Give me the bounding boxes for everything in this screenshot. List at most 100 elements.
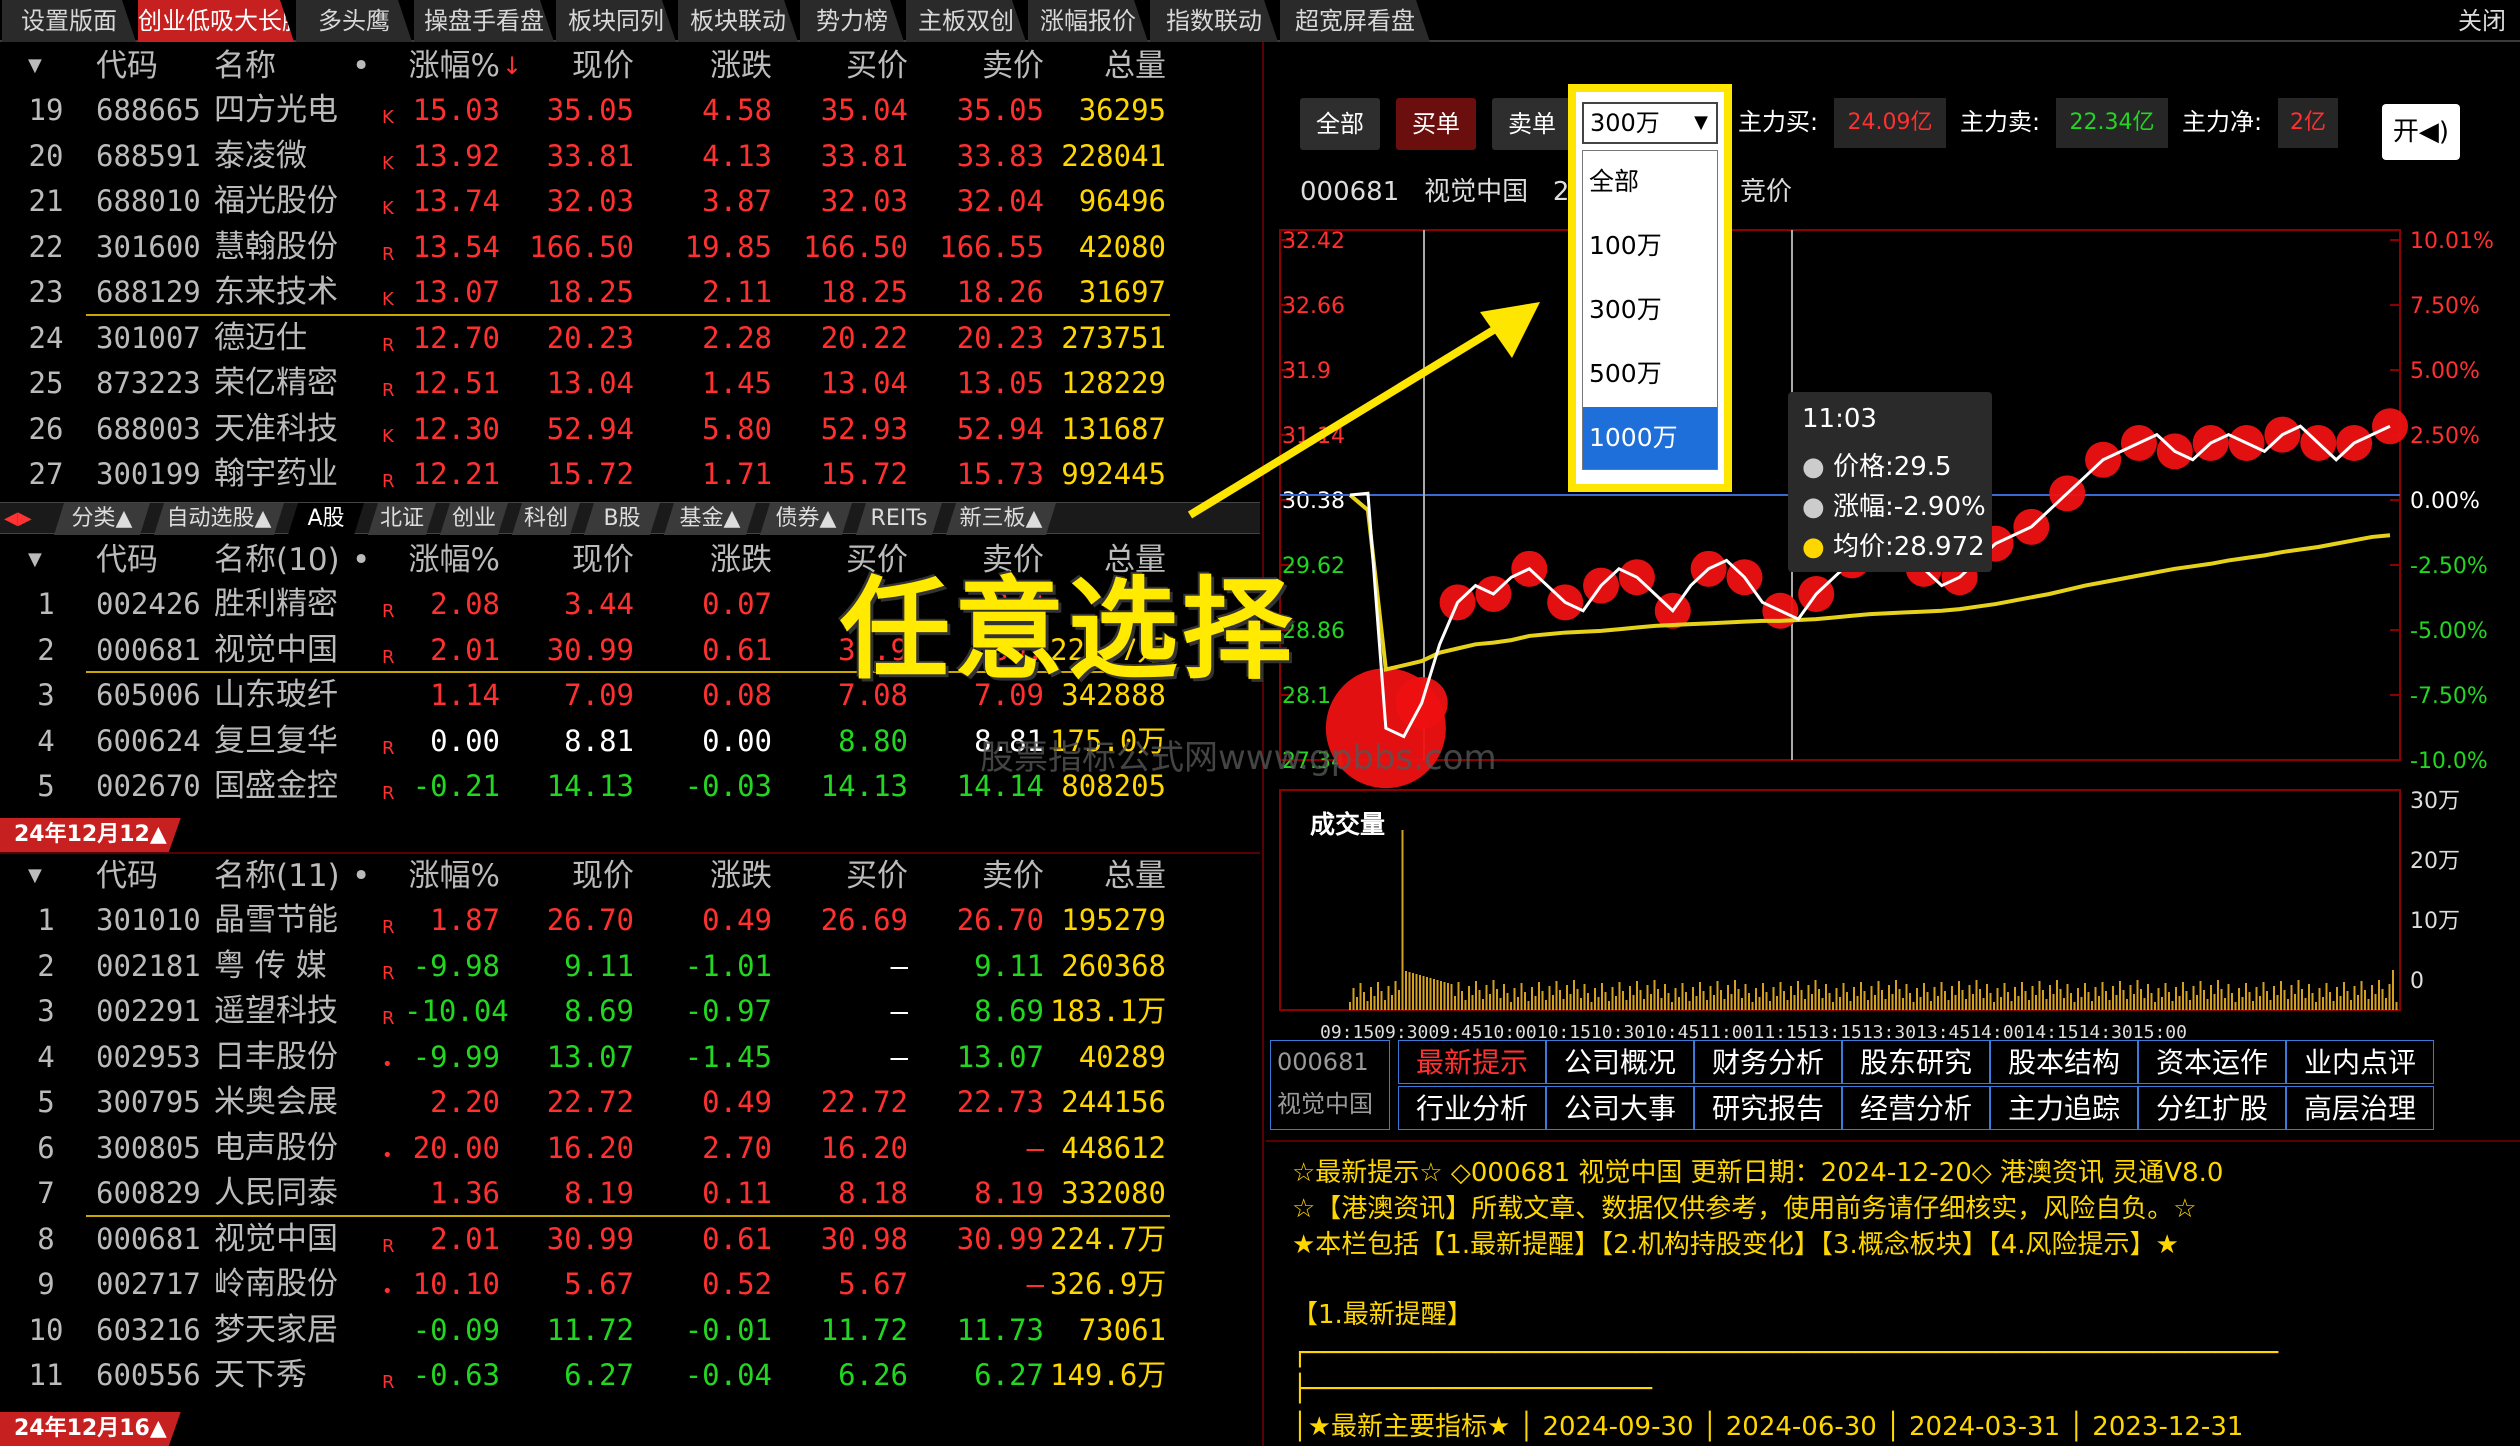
auction-label[interactable]: 竞价 — [1740, 172, 1792, 212]
col-header-5[interactable]: 涨跌 — [650, 44, 772, 88]
f10-tab[interactable]: 行业分析 — [1398, 1086, 1546, 1130]
top-tab-9[interactable]: 指数联动 — [1150, 0, 1278, 42]
table-row[interactable]: 27 300199 翰宇药业 R 12.21 15.72 1.71 15.72 15.73 992… — [0, 452, 1260, 496]
sort-caret-icon[interactable]: ▼ — [28, 854, 52, 898]
col-header-5[interactable]: 涨跌 — [650, 854, 772, 898]
category-tab-6[interactable]: B股 — [584, 503, 660, 535]
table-row[interactable]: 2 002181 粤 传 媒 R -9.98 9.11 -1.01–9.11 260368 — [0, 944, 1260, 988]
col-header-4[interactable]: 现价 — [530, 854, 634, 898]
category-tab-8[interactable]: 债券▲ — [760, 503, 852, 535]
category-tab-9[interactable]: REITs — [856, 503, 942, 535]
col-header-7[interactable]: 卖价 — [924, 44, 1044, 88]
f10-tab[interactable]: 主力追踪 — [1990, 1086, 2138, 1130]
sound-toggle-button[interactable]: 开◀) — [2382, 104, 2460, 160]
top-tab-2[interactable]: 多头鹰 — [296, 0, 412, 42]
filter-sell-button[interactable]: 卖单 — [1492, 98, 1572, 150]
amount-filter-select[interactable]: 300万 ▼ — [1582, 102, 1718, 144]
table-row[interactable]: 19 688665 四方光电 K 15.03 35.05 4.58 35.04 35.05 362… — [0, 88, 1260, 132]
f10-tab[interactable]: 业内点评 — [2286, 1040, 2434, 1084]
close-button[interactable]: 关闭 — [2458, 0, 2506, 42]
col-header-1[interactable]: 名称(10) — [214, 538, 374, 582]
category-tab-4[interactable]: 创业 — [440, 503, 508, 535]
f10-tab[interactable]: 公司概况 — [1546, 1040, 1694, 1084]
top-tab-5[interactable]: 板块联动 — [678, 0, 798, 42]
col-header-0[interactable]: 代码 — [96, 854, 206, 898]
table-row[interactable]: 3 002291 遥望科技 R -10.04 8.69 -0.97–8.69 183.1万 — [0, 989, 1260, 1033]
col-header-2[interactable]: • — [352, 44, 372, 88]
col-header-1[interactable]: 名称 — [214, 44, 374, 88]
top-tab-8[interactable]: 涨幅报价 — [1028, 0, 1148, 42]
col-header-1[interactable]: 名称(11) — [214, 854, 374, 898]
table-row[interactable]: 11 600556 天下秀 R -0.63 6.27 -0.04 6.26 6.27 149.6万 — [0, 1353, 1260, 1397]
f10-tab[interactable]: 资本运作 — [2138, 1040, 2286, 1084]
col-header-8[interactable]: 总量 — [1050, 44, 1166, 88]
sort-caret-icon[interactable]: ▼ — [28, 538, 52, 582]
col-header-2[interactable]: • — [352, 854, 372, 898]
date-badge-1[interactable]: 24年12月12▲ — [0, 818, 181, 852]
category-tab-1[interactable]: 自动选股▲ — [154, 503, 284, 535]
category-tab-0[interactable]: 分类▲ — [54, 503, 150, 535]
top-tab-0[interactable]: 设置版面 — [2, 0, 136, 42]
category-tab-2[interactable]: A股 — [288, 503, 364, 535]
f10-tab[interactable]: 股东研究 — [1842, 1040, 1990, 1084]
f10-tab[interactable]: 最新提示 — [1398, 1040, 1546, 1084]
f10-tab[interactable]: 股本结构 — [1990, 1040, 2138, 1084]
col-header-6[interactable]: 买价 — [790, 44, 908, 88]
col-header-4[interactable]: 现价 — [530, 44, 634, 88]
table-row[interactable]: 9 002717 岭南股份 • 10.10 5.67 0.52 5.67–326.9万 — [0, 1262, 1260, 1306]
table-row[interactable]: 10 603216 梦天家居 -0.09 11.72 -0.01 11.72 11.73 730… — [0, 1308, 1260, 1352]
col-header-2[interactable]: • — [352, 538, 372, 582]
f10-tab[interactable]: 分红扩股 — [2138, 1086, 2286, 1130]
amount-option[interactable]: 100万 — [1583, 215, 1717, 277]
col-header-4[interactable]: 现价 — [530, 538, 634, 582]
table-row[interactable]: 22 301600 慧翰股份 R 13.54 166.50 19.85 166.50 166.5… — [0, 225, 1260, 269]
col-header-5[interactable]: 涨跌 — [650, 538, 772, 582]
f10-tab[interactable]: 经营分析 — [1842, 1086, 1990, 1130]
table-row[interactable]: 20 688591 泰凌微 K 13.92 33.81 4.13 33.81 33.83 2280… — [0, 134, 1260, 178]
category-tab-10[interactable]: 新三板▲ — [946, 503, 1056, 535]
col-header-8[interactable]: 总量 — [1050, 854, 1166, 898]
f10-tab[interactable]: 财务分析 — [1694, 1040, 1842, 1084]
col-header-3[interactable]: 涨幅% — [404, 538, 500, 582]
table-row[interactable]: 26 688003 天准科技 K 12.30 52.94 5.80 52.93 52.94 131… — [0, 407, 1260, 451]
table-row[interactable]: 23 688129 东来技术 K 13.07 18.25 2.11 18.25 18.26 316… — [0, 270, 1260, 314]
col-header-7[interactable]: 卖价 — [924, 854, 1044, 898]
top-tab-10[interactable]: 超宽屏看盘 — [1280, 0, 1430, 42]
sort-caret-icon[interactable]: ▼ — [28, 44, 52, 88]
col-header-6[interactable]: 买价 — [790, 854, 908, 898]
amount-option[interactable]: 300万 — [1583, 279, 1717, 341]
table-row[interactable]: 24 301007 德迈仕 R 12.70 20.23 2.28 20.22 20.23 2737… — [0, 316, 1260, 360]
category-tab-5[interactable]: 科创 — [512, 503, 580, 535]
table-row[interactable]: 6 300805 电声股份 • 20.00 16.20 2.70 16.20–448612 — [0, 1126, 1260, 1170]
top-tab-4[interactable]: 板块同列 — [556, 0, 676, 42]
top-tab-1[interactable]: 创业低吸大长腿 — [138, 0, 294, 42]
category-scroll-arrows[interactable]: ◀▶ — [4, 503, 32, 535]
top-tab-7[interactable]: 主板双创 — [906, 0, 1026, 42]
amount-option[interactable]: 1000万 — [1583, 407, 1717, 469]
category-tab-3[interactable]: 北证 — [368, 503, 436, 535]
top-tab-3[interactable]: 操盘手看盘 — [414, 0, 554, 42]
col-header-0[interactable]: 代码 — [96, 44, 206, 88]
f10-tab[interactable]: 研究报告 — [1694, 1086, 1842, 1130]
amount-filter-dropdown[interactable]: 300万 ▼ 全部 100万 300万 500万 1000万 — [1568, 84, 1732, 492]
f10-tab[interactable]: 公司大事 — [1546, 1086, 1694, 1130]
table-row[interactable]: 8 000681 视觉中国 R 2.01 30.99 0.61 30.98 30.99 224.7… — [0, 1217, 1260, 1261]
col-header-3[interactable]: 涨幅% — [404, 854, 500, 898]
table-row[interactable]: 4 002953 日丰股份 • -9.99 13.07 -1.45–13.07 40289 — [0, 1035, 1260, 1079]
date-badge-2[interactable]: 24年12月16▲ — [0, 1412, 181, 1446]
table-row[interactable]: 21 688010 福光股份 K 13.74 32.03 3.87 32.03 32.04 964… — [0, 179, 1260, 223]
col-header-0[interactable]: 代码 — [96, 538, 206, 582]
top-tab-6[interactable]: 势力榜 — [800, 0, 904, 42]
table-row[interactable]: 5 300795 米奥会展 2.20 22.72 0.49 22.72 22.73 244156 — [0, 1080, 1260, 1124]
cell-pct: 13.07 — [412, 275, 500, 309]
col-header-3[interactable]: 涨幅% — [404, 44, 500, 88]
table-row[interactable]: 25 873223 荣亿精密 R 12.51 13.04 1.45 13.04 13.05 128… — [0, 361, 1260, 405]
filter-buy-button[interactable]: 买单 — [1396, 98, 1476, 150]
category-tab-7[interactable]: 基金▲ — [664, 503, 756, 535]
filter-all-button[interactable]: 全部 — [1300, 98, 1380, 150]
amount-option[interactable]: 全部 — [1583, 151, 1717, 213]
amount-option[interactable]: 500万 — [1583, 343, 1717, 405]
table-row[interactable]: 7 600829 人民同泰 1.36 8.19 0.11 8.18 8.19 332080 — [0, 1171, 1260, 1215]
table-row[interactable]: 1 301010 晶雪节能 R 1.87 26.70 0.49 26.69 26.70 19527… — [0, 898, 1260, 942]
f10-tab[interactable]: 高层治理 — [2286, 1086, 2434, 1130]
